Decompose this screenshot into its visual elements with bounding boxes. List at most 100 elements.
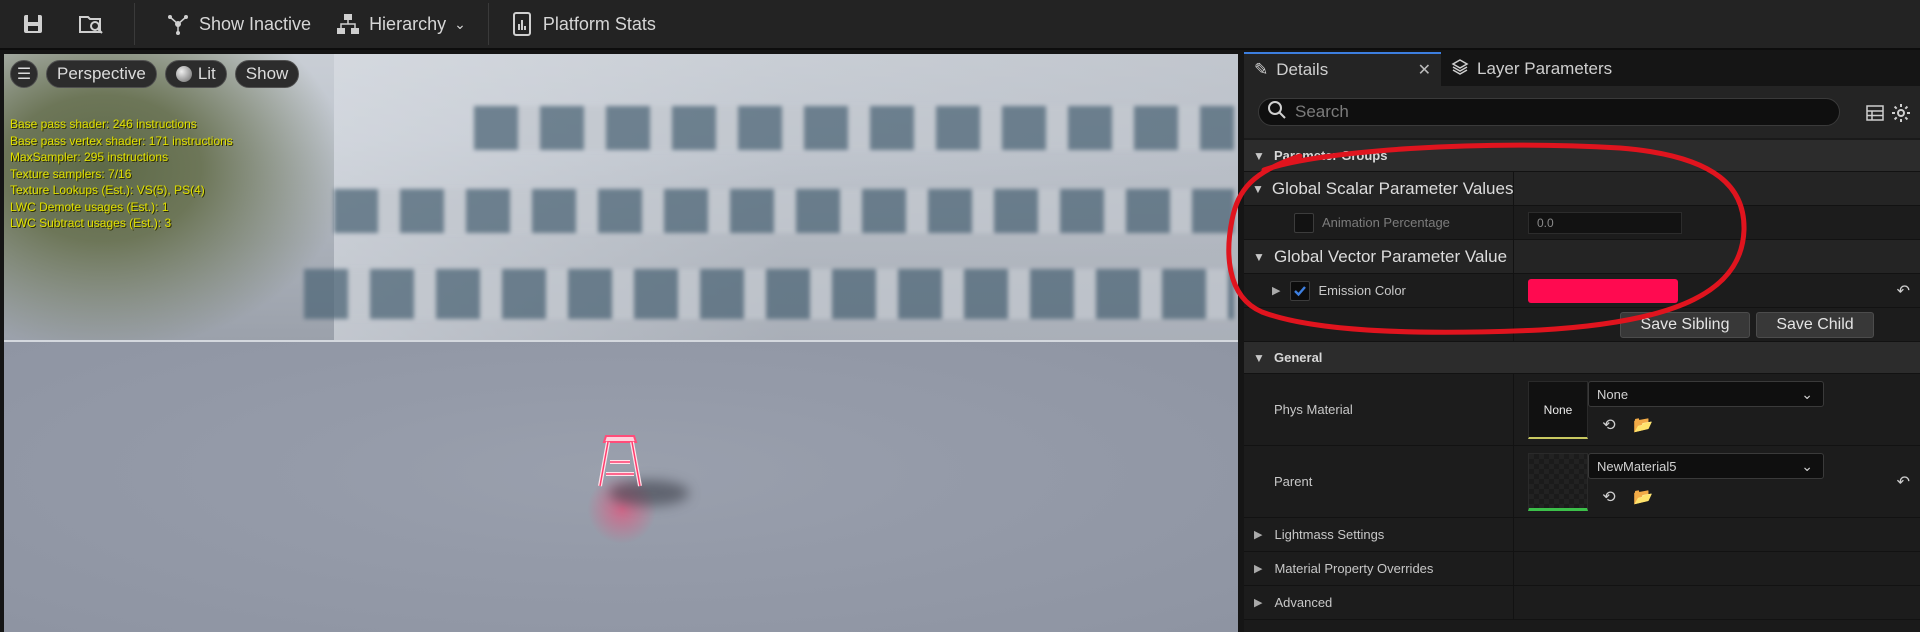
general-label: General	[1274, 350, 1323, 365]
toolbar-divider	[487, 3, 489, 45]
parameter-groups-header[interactable]: ▼ Parameter Groups	[1244, 140, 1920, 172]
viewport-controls: ☰ Perspective Lit Show	[10, 60, 300, 88]
stat-line: Texture samplers: 7/16	[10, 166, 132, 181]
browse-button[interactable]	[56, 4, 114, 44]
search-icon	[1267, 100, 1287, 125]
reset-arrow-icon[interactable]: ↶	[1897, 281, 1910, 301]
emission-color-checkbox[interactable]	[1290, 280, 1311, 301]
details-tabbar: ✎ Details ✕ Layer Parameters	[1244, 52, 1920, 86]
advanced-row[interactable]: ▶ Advanced	[1244, 586, 1920, 620]
phys-material-label: Phys Material	[1274, 402, 1353, 417]
stat-line: LWC Demote usages (Est.): 1	[10, 199, 169, 214]
advanced-label: Advanced	[1274, 595, 1333, 610]
material-instance-editor: Show Inactive Hierarchy ⌄ Platform Stats	[0, 0, 1920, 632]
platform-stats-button[interactable]: Platform Stats	[499, 4, 666, 44]
save-sibling-button[interactable]: Save Sibling	[1620, 311, 1750, 338]
parent-actions: ⟲ 📂	[1598, 486, 1654, 508]
vector-group-label: Global Vector Parameter Value	[1274, 246, 1508, 266]
use-selected-icon[interactable]: ⟲	[1598, 414, 1620, 436]
general-header[interactable]: ▼ General	[1244, 342, 1920, 374]
chevron-down-icon: ▼	[1253, 249, 1265, 264]
tab-details[interactable]: ✎ Details ✕	[1244, 52, 1441, 86]
building-windows	[334, 189, 1234, 233]
reset-arrow-icon[interactable]: ↶	[1897, 472, 1910, 492]
parent-value: NewMaterial5	[1597, 458, 1677, 474]
animation-percentage-row: Animation Percentage 0.0	[1244, 206, 1920, 240]
checkmark-icon	[1294, 285, 1307, 296]
stat-line: MaxSampler: 295 instructions	[10, 150, 169, 164]
phys-material-thumbnail[interactable]: None	[1528, 381, 1588, 439]
scalar-group-namecol: ▼ Global Scalar Parameter Values	[1244, 172, 1514, 205]
vector-group-namecol: ▼ Global Vector Parameter Value	[1244, 240, 1514, 273]
show-label: Show	[245, 64, 289, 83]
emission-color-swatch[interactable]	[1528, 278, 1678, 303]
scalar-group-valcol	[1514, 172, 1920, 205]
chevron-right-icon: ▶	[1254, 563, 1263, 575]
vector-group-header[interactable]: ▼ Global Vector Parameter Value	[1244, 240, 1920, 274]
save-buttons-row: Save Sibling Save Child	[1244, 308, 1920, 342]
lightmass-label: Lightmass Settings	[1274, 527, 1385, 542]
property-rows: ▼ Parameter Groups ▼ Global Scalar Param…	[1244, 140, 1920, 620]
animation-percentage-input[interactable]: 0.0	[1528, 211, 1682, 234]
phys-material-namecol: Phys Material	[1244, 374, 1514, 445]
chevron-down-icon: ▼	[1253, 148, 1265, 163]
layers-icon	[1451, 58, 1469, 81]
animation-percentage-namecol: Animation Percentage	[1244, 206, 1514, 239]
search-box	[1258, 98, 1840, 126]
browse-icon[interactable]: 📂	[1632, 414, 1654, 436]
phys-thumb-label: None	[1543, 402, 1573, 417]
close-icon[interactable]: ✕	[1418, 60, 1431, 80]
show-inactive-button[interactable]: Show Inactive	[155, 4, 321, 44]
chevron-down-icon: ⌄	[454, 15, 466, 32]
advanced-valcol	[1514, 586, 1920, 619]
chevron-right-icon[interactable]: ▶	[1272, 284, 1280, 297]
material-overrides-namecol: ▶ Material Property Overrides	[1244, 552, 1514, 585]
lit-sphere-icon	[175, 66, 192, 82]
animation-percentage-valcol: 0.0	[1514, 206, 1920, 239]
emission-color-namecol: ▶ Emission Color	[1244, 274, 1514, 307]
show-inactive-label: Show Inactive	[199, 13, 312, 34]
parent-valcol: NewMaterial5 ⌄ ⟲ 📂 ↶	[1514, 446, 1920, 517]
chevron-down-icon: ⌄	[1801, 457, 1813, 474]
parent-namecol: Parent	[1244, 446, 1514, 517]
hierarchy-icon	[335, 11, 361, 37]
phys-material-valcol: None None ⌄ ⟲ 📂	[1514, 374, 1920, 445]
parent-label: Parent	[1274, 474, 1313, 489]
vector-group-valcol	[1514, 240, 1920, 273]
perspective-button[interactable]: Perspective	[46, 60, 157, 88]
platform-stats-icon	[509, 11, 535, 37]
save-button[interactable]	[0, 4, 56, 44]
save-child-button[interactable]: Save Child	[1756, 311, 1874, 338]
use-selected-icon[interactable]: ⟲	[1598, 486, 1620, 508]
phys-material-actions: ⟲ 📂	[1598, 414, 1654, 436]
tab-layer-parameters[interactable]: Layer Parameters	[1441, 52, 1622, 86]
lit-button[interactable]: Lit	[164, 60, 227, 88]
emission-color-row: ▶ Emission Color ↶	[1244, 274, 1920, 308]
chevron-down-icon: ▼	[1252, 181, 1264, 196]
animation-percentage-checkbox[interactable]	[1294, 212, 1314, 233]
lightmass-namecol: ▶ Lightmass Settings	[1244, 518, 1514, 551]
emission-color-label: Emission Color	[1318, 283, 1406, 298]
search-input[interactable]	[1295, 102, 1815, 122]
scalar-group-header[interactable]: ▼ Global Scalar Parameter Values	[1244, 172, 1920, 206]
browse-icon[interactable]: 📂	[1632, 486, 1654, 508]
save-buttons-namecol	[1244, 308, 1514, 341]
lightmass-row[interactable]: ▶ Lightmass Settings	[1244, 518, 1920, 552]
tab-details-label: Details	[1276, 60, 1329, 79]
show-button[interactable]: Show	[234, 60, 300, 88]
material-overrides-row[interactable]: ▶ Material Property Overrides	[1244, 552, 1920, 586]
details-panel: ✎ Details ✕ Layer Parameters Search ▼ Pa…	[1244, 52, 1920, 632]
perspective-label: Perspective	[57, 64, 146, 83]
table-view-icon[interactable]	[1862, 100, 1888, 126]
advanced-namecol: ▶ Advanced	[1244, 586, 1514, 619]
nodes-icon	[165, 11, 191, 37]
phys-material-combo[interactable]: None ⌄	[1588, 381, 1824, 407]
folder-search-icon	[78, 11, 104, 37]
viewport[interactable]: ☰ Perspective Lit Show Base pass shader:…	[4, 54, 1238, 632]
gear-icon[interactable]	[1888, 100, 1914, 126]
hierarchy-button[interactable]: Hierarchy ⌄	[325, 4, 476, 44]
shader-stats: Base pass shader: 246 instructions Base …	[10, 116, 233, 232]
parent-thumbnail[interactable]	[1528, 453, 1588, 511]
viewport-menu-button[interactable]: ☰	[10, 60, 38, 88]
parent-combo[interactable]: NewMaterial5 ⌄	[1588, 453, 1824, 479]
